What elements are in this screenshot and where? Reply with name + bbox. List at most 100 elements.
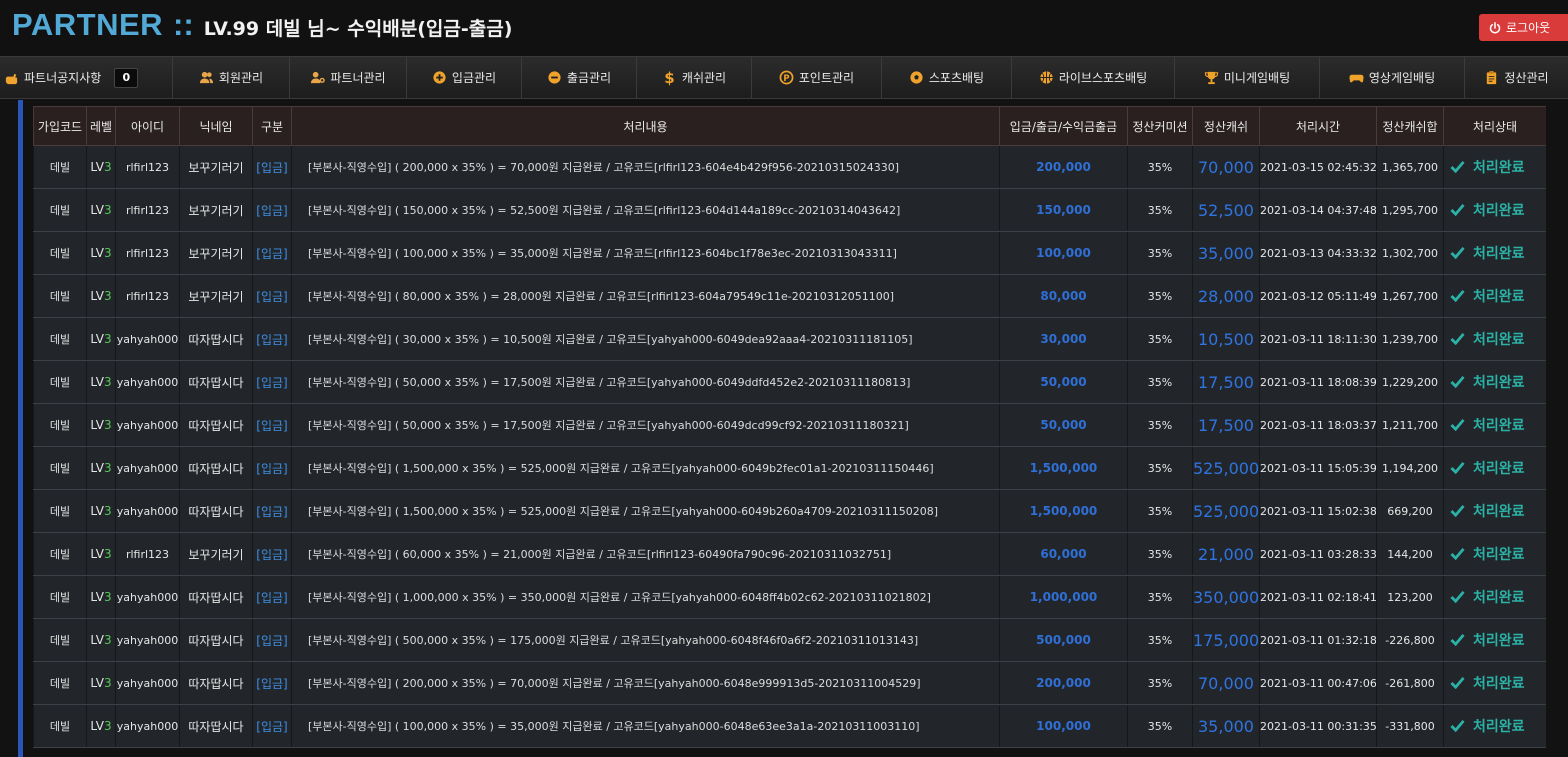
column-header[interactable]: 정산커미션	[1127, 106, 1193, 146]
processed-time-cell: 2021-03-15 02:45:32	[1259, 145, 1377, 189]
nav-label: 회원관리	[218, 71, 264, 85]
category-link[interactable]: [입금]	[252, 188, 292, 232]
column-header[interactable]: 정산캐쉬	[1192, 106, 1260, 146]
column-header[interactable]: 정산캐쉬합	[1376, 106, 1444, 146]
category-link[interactable]: [입금]	[252, 618, 292, 662]
nav-label: 출금관리	[566, 71, 612, 85]
nav-item-video-game-betting[interactable]: 영상게임배팅	[1319, 57, 1464, 98]
process-detail-cell: [부본사-직영수입] ( 150,000 x 35% ) = 52,500원 지…	[291, 188, 1000, 232]
logout-button[interactable]: 로그아웃	[1479, 14, 1568, 41]
category-link[interactable]: [입금]	[252, 274, 292, 318]
hand-pointer-icon	[4, 70, 19, 85]
check-icon	[1450, 246, 1465, 260]
table-row[interactable]: 데빌 LV3 rlfirl123 보꾸기러기 [입금] [부본사-직영수입] (…	[33, 188, 1546, 232]
table-row[interactable]: 데빌 LV3 yahyah000 따자땁시다 [입금] [부본사-직영수입] (…	[33, 618, 1546, 662]
table-row[interactable]: 데빌 LV3 yahyah000 따자땁시다 [입금] [부본사-직영수입] (…	[33, 360, 1546, 404]
level-cell: LV3	[86, 274, 116, 318]
join-code-cell: 데빌	[33, 188, 87, 232]
sidebar-accent-bar	[18, 100, 23, 757]
nav-item-live-sports-betting[interactable]: 라이브스포츠배팅	[1011, 57, 1174, 98]
column-header[interactable]: 처리시간	[1259, 106, 1377, 146]
check-icon	[1450, 203, 1465, 217]
column-header[interactable]: 레벨	[86, 106, 116, 146]
level-cell: LV3	[86, 489, 116, 533]
table-row[interactable]: 데빌 LV3 yahyah000 따자땁시다 [입금] [부본사-직영수입] (…	[33, 489, 1546, 533]
user-id-cell: rlfirl123	[115, 145, 180, 189]
user-id-cell: yahyah000	[115, 704, 180, 748]
nickname-cell: 따자땁시다	[179, 704, 253, 748]
category-link[interactable]: [입금]	[252, 403, 292, 447]
check-icon	[1450, 418, 1465, 432]
column-header[interactable]: 구분	[252, 106, 292, 146]
user-id-cell: yahyah000	[115, 489, 180, 533]
nav-item-sports-betting[interactable]: 스포츠배팅	[881, 57, 1011, 98]
nav-item-members[interactable]: 회원관리	[172, 57, 289, 98]
amount-cell: 50,000	[999, 360, 1128, 404]
table-row[interactable]: 데빌 LV3 yahyah000 따자땁시다 [입금] [부본사-직영수입] (…	[33, 661, 1546, 705]
cash-sum-cell: 144,200	[1376, 532, 1444, 576]
nav-item-points[interactable]: P 포인트관리	[751, 57, 881, 98]
nav-label: 미니게임배팅	[1223, 71, 1291, 85]
nav-item-deposit[interactable]: 입금관리	[406, 57, 521, 98]
column-header[interactable]: 닉네임	[179, 106, 253, 146]
status-badge: 처리완료	[1443, 188, 1546, 232]
user-id-cell: rlfirl123	[115, 188, 180, 232]
nav-item-withdraw[interactable]: 출금관리	[521, 57, 636, 98]
settlement-cash-cell: 35,000	[1192, 231, 1260, 275]
table-row[interactable]: 데빌 LV3 yahyah000 따자땁시다 [입금] [부본사-직영수입] (…	[33, 575, 1546, 619]
column-header[interactable]: 입금/출금/수익금출금	[999, 106, 1128, 146]
nickname-cell: 보꾸기러기	[179, 231, 253, 275]
basketball-icon	[1039, 70, 1054, 85]
table-row[interactable]: 데빌 LV3 rlfirl123 보꾸기러기 [입금] [부본사-직영수입] (…	[33, 532, 1546, 576]
column-header[interactable]: 아이디	[115, 106, 180, 146]
level-cell: LV3	[86, 446, 116, 490]
column-header[interactable]: 처리상태	[1443, 106, 1546, 146]
processed-time-cell: 2021-03-11 18:03:37	[1259, 403, 1377, 447]
category-link[interactable]: [입금]	[252, 360, 292, 404]
settlement-cash-cell: 175,000	[1192, 618, 1260, 662]
table-row[interactable]: 데빌 LV3 rlfirl123 보꾸기러기 [입금] [부본사-직영수입] (…	[33, 145, 1546, 189]
category-link[interactable]: [입금]	[252, 489, 292, 533]
level-cell: LV3	[86, 317, 116, 361]
category-link[interactable]: [입금]	[252, 575, 292, 619]
process-detail-cell: [부본사-직영수입] ( 60,000 x 35% ) = 21,000원 지급…	[291, 532, 1000, 576]
join-code-cell: 데빌	[33, 575, 87, 619]
category-link[interactable]: [입금]	[252, 532, 292, 576]
nav-item-settlement[interactable]: 정산관리	[1464, 57, 1568, 98]
join-code-cell: 데빌	[33, 360, 87, 404]
cash-sum-cell: 1,365,700	[1376, 145, 1444, 189]
table-row[interactable]: 데빌 LV3 yahyah000 따자땁시다 [입금] [부본사-직영수입] (…	[33, 403, 1546, 447]
amount-cell: 100,000	[999, 704, 1128, 748]
table-row[interactable]: 데빌 LV3 yahyah000 따자땁시다 [입금] [부본사-직영수입] (…	[33, 446, 1546, 490]
notice-count-badge: 0	[114, 67, 139, 88]
column-header[interactable]: 가입코드	[33, 106, 87, 146]
table-row[interactable]: 데빌 LV3 yahyah000 따자땁시다 [입금] [부본사-직영수입] (…	[33, 317, 1546, 361]
process-detail-cell: [부본사-직영수입] ( 1,500,000 x 35% ) = 525,000…	[291, 446, 1000, 490]
revenue-share-table: 가입코드 레벨 아이디 닉네임 구분 처리내용 입금/출금/수익금출금 정산커미…	[33, 106, 1546, 748]
soccer-ball-icon	[909, 70, 924, 85]
column-header[interactable]: 처리내용	[291, 106, 1000, 146]
users-icon	[199, 70, 214, 85]
nickname-cell: 따자땁시다	[179, 618, 253, 662]
nav-label: 입금관리	[451, 71, 497, 85]
nav-item-partners[interactable]: 파트너관리	[289, 57, 406, 98]
table-row[interactable]: 데빌 LV3 yahyah000 따자땁시다 [입금] [부본사-직영수입] (…	[33, 704, 1546, 748]
processed-time-cell: 2021-03-11 18:11:30	[1259, 317, 1377, 361]
category-link[interactable]: [입금]	[252, 704, 292, 748]
category-link[interactable]: [입금]	[252, 446, 292, 490]
category-link[interactable]: [입금]	[252, 661, 292, 705]
process-detail-cell: [부본사-직영수입] ( 1,500,000 x 35% ) = 525,000…	[291, 489, 1000, 533]
nav-item-cash[interactable]: $ 캐쉬관리	[636, 57, 751, 98]
nav-item-partner-notice[interactable]: 파트너공지사항 0	[0, 57, 172, 98]
process-detail-cell: [부본사-직영수입] ( 1,000,000 x 35% ) = 350,000…	[291, 575, 1000, 619]
nickname-cell: 따자땁시다	[179, 317, 253, 361]
category-link[interactable]: [입금]	[252, 317, 292, 361]
join-code-cell: 데빌	[33, 704, 87, 748]
category-link[interactable]: [입금]	[252, 231, 292, 275]
cash-sum-cell: 1,239,700	[1376, 317, 1444, 361]
check-icon	[1450, 332, 1465, 346]
nav-item-minigame-betting[interactable]: 미니게임배팅	[1174, 57, 1319, 98]
category-link[interactable]: [입금]	[252, 145, 292, 189]
table-row[interactable]: 데빌 LV3 rlfirl123 보꾸기러기 [입금] [부본사-직영수입] (…	[33, 274, 1546, 318]
table-row[interactable]: 데빌 LV3 rlfirl123 보꾸기러기 [입금] [부본사-직영수입] (…	[33, 231, 1546, 275]
